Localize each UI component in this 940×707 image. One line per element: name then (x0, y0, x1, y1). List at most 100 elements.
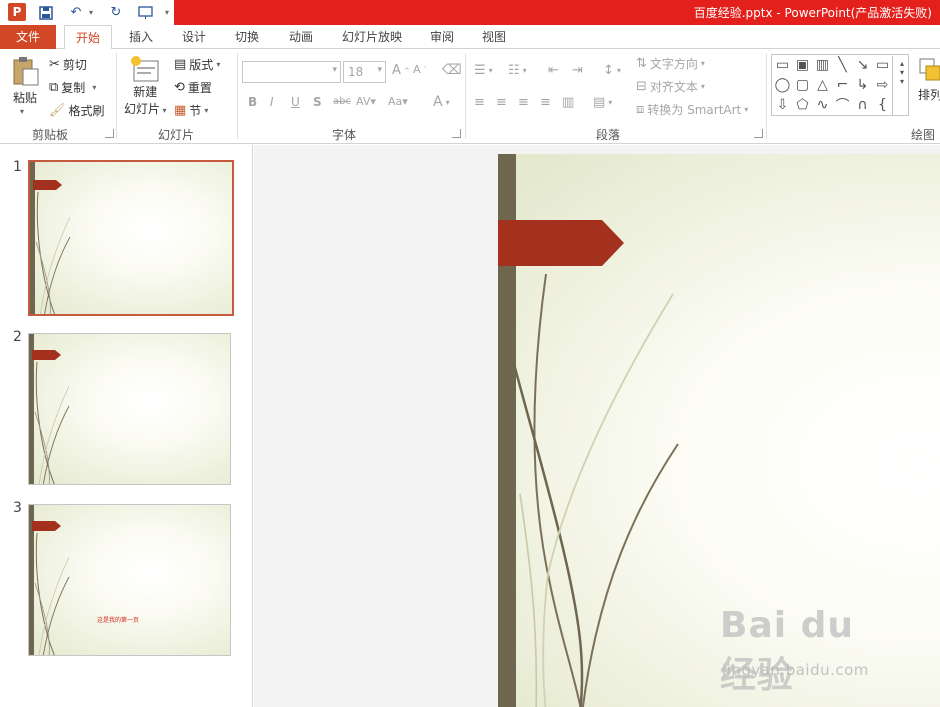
slide-thumbnail-pane: 1 2 3 这是我的第一页 (0, 145, 253, 707)
ribbon-tabs: 文件 开始 插入 设计 切换 动画 幻灯片放映 审阅 视图 (0, 25, 940, 50)
clipboard-launcher-icon[interactable] (105, 129, 114, 138)
elbow-connector-shape-icon[interactable]: ⌐ (833, 76, 852, 94)
clear-formatting-icon[interactable]: ⌫ (442, 62, 462, 78)
window-title: 百度经验.pptx - PowerPoint(产品激活失败) (693, 6, 932, 20)
paste-button[interactable]: 粘贴 (10, 55, 40, 106)
align-right-icon[interactable]: ≡ (518, 95, 529, 110)
undo-icon[interactable]: ↶ (66, 3, 86, 22)
columns-icon[interactable]: ▤ ▾ (593, 95, 612, 110)
rounded-rectangle-shape-icon[interactable]: ▢ (793, 76, 812, 94)
format-painter-button[interactable]: 🖌 格式刷 (49, 102, 105, 119)
layout-button[interactable]: ▤ 版式 ▾ (174, 56, 220, 73)
rectangle-shape-icon[interactable]: ▭ (873, 56, 892, 74)
arrow-line-shape-icon[interactable]: ↘ (853, 56, 872, 74)
tab-slideshow[interactable]: 幻灯片放映 (332, 25, 412, 49)
copy-button[interactable]: ⧉ 复制 ▾ (49, 79, 96, 96)
line-spacing-icon[interactable]: ↕ ▾ (603, 63, 621, 78)
oval-shape-icon[interactable]: ◯ (773, 76, 792, 94)
reset-button[interactable]: ⟲ 重置 (174, 79, 212, 96)
shapes-gallery: ▭ ▣ ▥ ╲ ↘ ▭ ◯ ▢ △ ⌐ ↳ ⇨ ⇩ ⬠ ∿ ⌒ ∩ { ▴ ▾ ▾ (771, 54, 909, 116)
rectangle-shape-icon[interactable]: ▭ (773, 56, 792, 74)
distributed-icon[interactable]: ▥ (562, 95, 574, 110)
align-text-button[interactable]: ⊟ 对齐文本 ▾ (636, 78, 705, 95)
numbering-icon[interactable]: ☷ ▾ (508, 63, 527, 78)
line-shape-icon[interactable]: ╲ (833, 56, 852, 74)
copy-icon: ⧉ (49, 80, 59, 95)
slide-thumbnail-2[interactable] (28, 333, 231, 485)
increase-indent-icon[interactable]: ⇥ (572, 63, 583, 78)
new-slide-icon (131, 56, 159, 82)
font-name-combo[interactable]: ▾ (242, 61, 341, 83)
strikethrough-icon[interactable]: abc (333, 96, 351, 107)
pentagon-shape-icon[interactable]: ⬠ (793, 96, 812, 114)
cut-button[interactable]: ✂ 剪切 (49, 56, 87, 73)
brace-shape-icon[interactable]: { (873, 96, 892, 114)
section-button[interactable]: ▦ 节 ▾ (174, 102, 208, 119)
tab-design[interactable]: 设计 (170, 25, 218, 49)
paragraph-launcher-icon[interactable] (754, 129, 763, 138)
slide-thumbnail-1[interactable] (28, 160, 234, 316)
slide-number: 3 (13, 500, 22, 516)
customize-qat-icon[interactable]: ▾ (162, 3, 172, 22)
arc-shape-icon[interactable]: ⌒ (833, 96, 852, 114)
right-arrow-shape-icon[interactable]: ⇨ (873, 76, 892, 94)
powerpoint-app-icon[interactable]: P (8, 3, 26, 21)
copy-dropdown-icon[interactable]: ▾ (92, 83, 96, 92)
underline-icon[interactable]: U (291, 95, 300, 109)
text-shadow-icon[interactable]: S (313, 95, 322, 109)
tab-insert[interactable]: 插入 (118, 25, 164, 49)
layout-dropdown-icon[interactable]: ▾ (216, 60, 220, 69)
convert-smartart-button[interactable]: ⧈ 转换为 SmartArt ▾ (636, 101, 748, 118)
font-size-combo[interactable]: 18 ▾ (343, 61, 386, 83)
font-group-label: 字体 (332, 128, 357, 142)
slide-number: 2 (13, 329, 22, 345)
format-painter-icon: 🖌 (49, 103, 66, 118)
arrange-button[interactable]: 排列 (918, 57, 940, 103)
decrease-font-icon[interactable]: Aˇ (413, 63, 427, 76)
title-bar: P ↶ ▾ ↻ ▾ 百度经验.pptx - PowerPoint(产品激活失败) (0, 0, 940, 25)
bold-icon[interactable]: B (248, 95, 257, 109)
tab-review[interactable]: 审阅 (420, 25, 464, 49)
start-slideshow-icon[interactable] (135, 3, 157, 22)
font-color-icon[interactable]: A ▾ (433, 94, 450, 110)
paste-icon (13, 57, 39, 86)
text-direction-button[interactable]: ⇅ 文字方向 ▾ (636, 55, 705, 72)
new-slide-button[interactable]: 新建 幻灯片 ▾ (124, 55, 167, 117)
curve-shape-icon[interactable]: ∩ (853, 96, 872, 114)
align-left-icon[interactable]: ≡ (474, 95, 485, 110)
change-case-icon[interactable]: Aa▾ (388, 95, 408, 108)
smartart-icon: ⧈ (636, 102, 645, 117)
tab-home[interactable]: 开始 (64, 25, 112, 50)
slide-decoration (29, 505, 70, 655)
divider (766, 53, 767, 139)
increase-font-icon[interactable]: A ^ (392, 63, 410, 78)
slide-thumbnail-3[interactable]: 这是我的第一页 (28, 504, 231, 656)
triangle-shape-icon[interactable]: △ (813, 76, 832, 94)
character-spacing-icon[interactable]: AV▾ (356, 95, 376, 108)
textbox-shape-icon[interactable]: ▣ (793, 56, 812, 74)
elbow-arrow-shape-icon[interactable]: ↳ (853, 76, 872, 94)
decrease-indent-icon[interactable]: ⇤ (548, 63, 559, 78)
undo-dropdown-icon[interactable]: ▾ (87, 3, 95, 22)
section-dropdown-icon[interactable]: ▾ (204, 106, 208, 115)
vertical-textbox-shape-icon[interactable]: ▥ (813, 56, 832, 74)
gallery-scroll-icon[interactable]: ▴ ▾ ▾ (892, 56, 911, 116)
freeform-shape-icon[interactable]: ∿ (813, 96, 832, 114)
new-slide-dropdown-icon[interactable]: ▾ (160, 106, 167, 115)
slide-caption-text: 这是我的第一页 (97, 617, 140, 624)
tab-file[interactable]: 文件 (0, 25, 56, 49)
down-arrow-shape-icon[interactable]: ⇩ (773, 96, 792, 114)
divider (116, 53, 117, 139)
justify-icon[interactable]: ≡ (540, 95, 551, 110)
tab-transitions[interactable]: 切换 (224, 25, 270, 49)
italic-icon[interactable]: I (270, 95, 274, 109)
paste-dropdown-icon[interactable]: ▾ (20, 107, 24, 116)
tab-view[interactable]: 视图 (472, 25, 516, 49)
redo-icon[interactable]: ↻ (106, 3, 126, 22)
font-launcher-icon[interactable] (452, 129, 461, 138)
align-center-icon[interactable]: ≡ (496, 95, 507, 110)
save-icon[interactable] (36, 3, 56, 22)
tab-animations[interactable]: 动画 (278, 25, 324, 49)
bullets-icon[interactable]: ☰ ▾ (474, 63, 493, 78)
chevron-down-icon: ▾ (377, 65, 382, 75)
